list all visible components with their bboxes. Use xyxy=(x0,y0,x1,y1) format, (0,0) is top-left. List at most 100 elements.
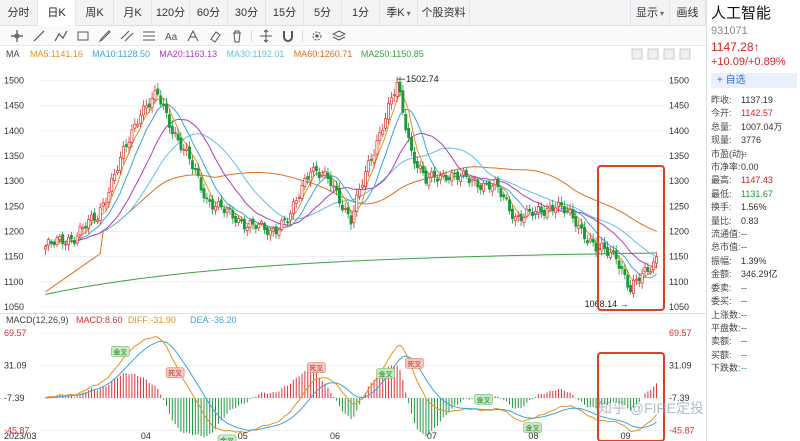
candle-down xyxy=(508,199,511,212)
candle-down xyxy=(583,227,586,240)
candle-down xyxy=(162,103,166,106)
stat-row: 昨收: 1137.19 xyxy=(711,94,800,107)
trash-icon[interactable] xyxy=(226,27,248,45)
gear-icon[interactable] xyxy=(663,48,675,60)
candle-down xyxy=(436,178,439,182)
minus-icon[interactable] xyxy=(647,48,659,60)
fib-icon[interactable] xyxy=(138,27,160,45)
kline-chart[interactable]: MA MA5:1141.16 MA10:1128.50 MA20:1163.13 MA3… xyxy=(0,47,706,441)
tab-main-10[interactable]: 季K ▾ xyxy=(380,0,418,26)
candle-up xyxy=(136,124,140,127)
pencil-icon[interactable] xyxy=(94,27,116,45)
price-axis-right-label: 1500 xyxy=(669,76,689,86)
price-axis-left-label: 1150 xyxy=(4,252,23,262)
tab-main-2[interactable]: 周K xyxy=(76,0,114,26)
fork-icon[interactable] xyxy=(182,27,204,45)
candle-down xyxy=(453,172,457,175)
tab-main-7[interactable]: 15分 xyxy=(266,0,304,26)
candle-down xyxy=(314,165,318,171)
candle-down xyxy=(263,223,266,231)
candle-down xyxy=(346,207,350,215)
stat-value: 0.83 xyxy=(741,215,759,226)
candle-up xyxy=(588,238,592,242)
candle-up xyxy=(142,105,145,116)
price-axis-left-label: 1450 xyxy=(4,101,24,111)
macd-axis-left-label: 69.57 xyxy=(4,328,27,338)
candle-down xyxy=(551,204,555,212)
tab-main-8[interactable]: 5分 xyxy=(304,0,342,26)
cross-signal-label: 金叉 xyxy=(113,347,127,356)
tab-main-3[interactable]: 月K xyxy=(114,0,152,26)
tab-main-4[interactable]: 120分 xyxy=(152,0,190,26)
candle-down xyxy=(637,277,641,282)
candle-down xyxy=(72,240,76,244)
candle-up xyxy=(116,170,119,173)
candle-up xyxy=(482,182,486,192)
candle-up xyxy=(450,172,454,182)
candle-up xyxy=(493,178,497,186)
candle-up xyxy=(643,267,647,273)
tab-right-0[interactable]: 显示 ▾ xyxy=(630,0,670,26)
tab-main-11[interactable]: 个股资料 xyxy=(418,0,470,26)
plus-icon[interactable] xyxy=(631,48,643,60)
stat-label: 总市值: xyxy=(711,242,741,253)
tab-main-0[interactable]: 分时 xyxy=(0,0,38,26)
line-icon[interactable] xyxy=(28,27,50,45)
text-icon[interactable]: Aa xyxy=(160,27,182,45)
candle-up xyxy=(536,206,540,213)
candle-up xyxy=(309,171,313,182)
eraser-icon[interactable] xyxy=(204,27,226,45)
tab-right-1[interactable]: 画线 xyxy=(670,0,706,26)
candle-down xyxy=(401,90,405,113)
stat-row: 振幅: 1.39% xyxy=(711,255,800,268)
candle-down xyxy=(188,146,192,160)
crosshair-icon[interactable] xyxy=(6,27,28,45)
last-price-value: 1147.28 xyxy=(711,40,754,54)
chevron-down-icon: ▾ xyxy=(406,9,411,18)
candle-up xyxy=(548,205,552,209)
stat-label: 金额: xyxy=(711,269,732,280)
candle-down xyxy=(193,168,197,171)
price-axis-left-label: 1400 xyxy=(4,126,24,136)
polyline-icon[interactable] xyxy=(50,27,72,45)
candle-down xyxy=(407,127,411,138)
candle-down xyxy=(424,170,428,184)
settings-icon[interactable] xyxy=(306,27,328,45)
ma20-line xyxy=(45,118,657,268)
stat-value: 346.29亿 xyxy=(741,269,778,280)
candle-down xyxy=(251,218,255,225)
candle-up xyxy=(389,97,393,105)
tab-main-5[interactable]: 60分 xyxy=(190,0,228,26)
add-watchlist-button[interactable]: + 自选 xyxy=(711,73,797,88)
candle-up xyxy=(516,215,520,217)
candle-up xyxy=(78,226,82,236)
candle-down xyxy=(61,234,65,245)
close-icon[interactable] xyxy=(679,48,691,60)
tab-main-1[interactable]: 日K xyxy=(38,0,76,26)
macd-axis-right-label: 31.09 xyxy=(669,361,692,371)
rect-icon[interactable] xyxy=(72,27,94,45)
price-axis-right-label: 1250 xyxy=(669,201,689,211)
layers-icon[interactable] xyxy=(328,27,350,45)
price-axis-left-label: 1350 xyxy=(4,151,24,161)
tab-main-9[interactable]: 1分 xyxy=(342,0,380,26)
date-axis-label: 06 xyxy=(330,431,340,441)
toolbar-separator xyxy=(302,29,303,42)
magnet-icon[interactable] xyxy=(277,27,299,45)
candle-up xyxy=(297,197,301,199)
channel-icon[interactable] xyxy=(116,27,138,45)
candle-up xyxy=(355,194,359,212)
stat-value: -- xyxy=(741,363,747,374)
price-axis-left-label: 1100 xyxy=(4,277,23,287)
candle-up xyxy=(214,206,217,211)
stat-row: 金额: 346.29亿 xyxy=(711,268,800,281)
tab-main-6[interactable]: 30分 xyxy=(228,0,266,26)
stat-value: 1.39% xyxy=(741,255,767,266)
candle-up xyxy=(473,178,477,181)
stat-row: 上涨数: -- xyxy=(711,309,800,322)
stat-label: 上涨数: xyxy=(711,309,741,320)
ma10-line xyxy=(45,103,657,279)
stat-value: 1007.04万 xyxy=(741,121,783,132)
stat-label: 市净率: xyxy=(711,162,741,173)
move-icon[interactable] xyxy=(255,27,277,45)
